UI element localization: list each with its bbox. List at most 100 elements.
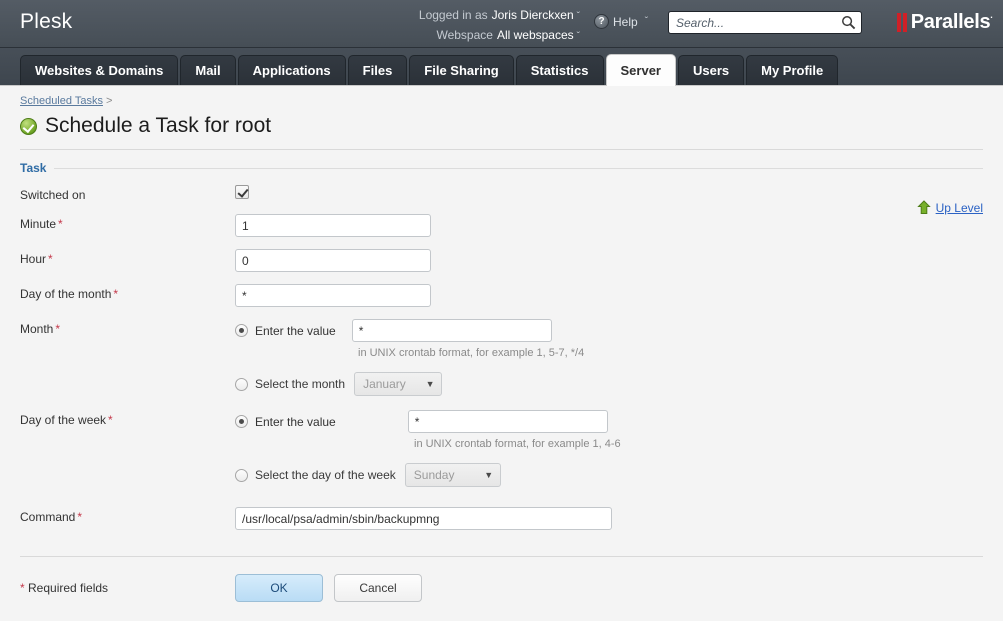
- field-row-minute: Minute *: [20, 214, 983, 237]
- chevron-down-icon[interactable]: ˇ: [577, 8, 580, 26]
- month-label: Month *: [20, 319, 235, 336]
- field-row-month: Month* Enter the value in UNIX crontab f…: [20, 319, 983, 396]
- command-input[interactable]: [235, 507, 612, 530]
- month-enter-value-radio[interactable]: [235, 324, 248, 337]
- tab-websites-domains[interactable]: Websites & Domains: [20, 55, 179, 85]
- day-of-week-value-input[interactable]: [407, 410, 608, 433]
- breadcrumb-link-scheduled-tasks[interactable]: Scheduled Tasks: [20, 95, 103, 107]
- day-of-week-select-dropdown[interactable]: Sunday ▼: [404, 463, 501, 487]
- parallels-logo: Parallels·: [896, 11, 993, 34]
- switched-on-checkbox[interactable]: [235, 185, 249, 199]
- parallels-bars-icon: [896, 13, 907, 32]
- month-enter-value-label: Enter the value: [255, 323, 336, 338]
- day-of-week-label-text: Day of the week: [20, 413, 107, 427]
- month-value-input[interactable]: [351, 319, 552, 342]
- tab-files[interactable]: Files: [347, 55, 408, 85]
- day-of-month-label: Day of the month *: [20, 284, 235, 301]
- tab-label: Mail: [195, 63, 221, 78]
- help-icon: ?: [594, 14, 609, 29]
- field-row-command: Command *: [20, 507, 983, 530]
- command-label-text: Command: [20, 510, 76, 524]
- tab-server[interactable]: Server: [605, 54, 676, 86]
- month-hint: in UNIX crontab format, for example 1, 5…: [358, 347, 585, 359]
- day-of-week-select-label: Select the day of the week: [255, 468, 396, 482]
- hour-field: [235, 249, 983, 272]
- tab-label: Applications: [252, 63, 331, 78]
- day-of-week-enter-value-label: Enter the value: [255, 414, 336, 429]
- day-of-week-select-row: Select the day of the week Sunday ▼: [235, 463, 983, 487]
- ok-button[interactable]: OK: [235, 574, 323, 602]
- day-of-week-enter-value-radio[interactable]: [235, 415, 248, 428]
- up-arrow-icon: [916, 200, 931, 214]
- footer-divider: [20, 556, 983, 557]
- month-select-dropdown[interactable]: January ▼: [354, 372, 443, 396]
- tab-label: Websites & Domains: [35, 63, 164, 78]
- up-level-label: Up Level: [935, 200, 983, 215]
- required-marker: *: [58, 217, 63, 231]
- account-info: Logged in as Joris Dierckxen ˇ Webspace All…: [390, 6, 580, 46]
- breadcrumb: Scheduled Tasks >: [20, 86, 983, 107]
- day-of-month-field: [235, 284, 983, 307]
- search-input[interactable]: [668, 11, 862, 34]
- tab-users[interactable]: Users: [678, 55, 745, 85]
- required-marker: *: [113, 287, 119, 301]
- tab-statistics[interactable]: Statistics: [515, 55, 604, 85]
- tab-label: File Sharing: [424, 63, 499, 78]
- minute-field: [235, 214, 983, 237]
- parallels-trademark: ·: [990, 12, 993, 23]
- help-label: Help: [613, 14, 638, 29]
- schedule-task-form: Switched on Minute* Hour*: [20, 185, 983, 530]
- tab-applications[interactable]: Applications: [237, 55, 346, 85]
- tab-my-profile[interactable]: My Profile: [746, 55, 839, 85]
- tab-label: Files: [362, 63, 393, 78]
- logged-in-user[interactable]: Joris Dierckxen: [492, 8, 574, 22]
- webspace-label: Webspace: [436, 28, 493, 42]
- hour-label-text: Hour: [20, 252, 47, 266]
- month-select-value: January: [363, 377, 406, 391]
- month-enter-value-row: Enter the value: [235, 319, 983, 342]
- day-of-month-label-text: Day of the month: [20, 287, 112, 301]
- day-of-week-label: Day of the week *: [20, 410, 235, 427]
- required-fields-text: Required fields: [28, 581, 109, 595]
- hour-input[interactable]: [235, 249, 431, 272]
- parallels-text: Parallels: [910, 11, 991, 33]
- top-header-bar: Plesk Logged in as Joris Dierckxen ˇ Websp…: [0, 0, 1003, 48]
- month-label-text: Month: [20, 322, 54, 336]
- day-of-week-select-radio[interactable]: [235, 468, 248, 482]
- chevron-down-icon: ▼: [425, 379, 435, 389]
- tab-file-sharing[interactable]: File Sharing: [409, 55, 514, 85]
- field-row-hour: Hour *: [20, 249, 983, 272]
- tab-label: Statistics: [530, 63, 589, 78]
- month-select-radio[interactable]: [235, 377, 248, 391]
- tab-label: Users: [693, 63, 730, 78]
- search-box[interactable]: [668, 11, 862, 34]
- day-of-week-enter-value-row: Enter the value: [235, 410, 983, 433]
- required-fields-note: * Required fields: [20, 581, 235, 595]
- day-of-month-input[interactable]: [235, 284, 431, 307]
- minute-input[interactable]: [235, 214, 431, 237]
- cancel-button[interactable]: Cancel: [334, 574, 422, 602]
- section-divider: [54, 167, 983, 169]
- logged-in-row: Logged in as Joris Dierckxen ˇ: [390, 6, 580, 26]
- hour-label: Hour *: [20, 249, 235, 266]
- page-title: Schedule a Task for root: [45, 114, 272, 137]
- chevron-down-icon[interactable]: ˇ: [577, 28, 580, 46]
- form-footer: * Required fields OK Cancel: [20, 574, 983, 602]
- webspace-value[interactable]: All webspaces: [497, 28, 574, 42]
- command-label: Command *: [20, 507, 235, 524]
- required-marker: *: [48, 252, 53, 266]
- title-divider: [20, 149, 983, 150]
- page-title-row: Schedule a Task for root: [20, 114, 983, 138]
- help-menu[interactable]: ? Help ˇ: [594, 14, 648, 29]
- up-level-link[interactable]: Up Level: [916, 200, 983, 215]
- chevron-down-icon: ˇ: [644, 16, 649, 27]
- page-content: Scheduled Tasks > Schedule a Task for roo…: [0, 86, 1003, 621]
- field-row-day-of-month: Day of the month *: [20, 284, 983, 307]
- day-of-week-field: Enter the value in UNIX crontab format, …: [235, 410, 983, 487]
- tab-mail[interactable]: Mail: [180, 55, 236, 85]
- field-row-switched-on: Switched on: [20, 185, 983, 202]
- minute-label: Minute *: [20, 214, 235, 231]
- plesk-logo: Plesk: [20, 10, 73, 33]
- switched-on-field: [235, 185, 983, 202]
- minute-label-text: Minute: [20, 217, 57, 231]
